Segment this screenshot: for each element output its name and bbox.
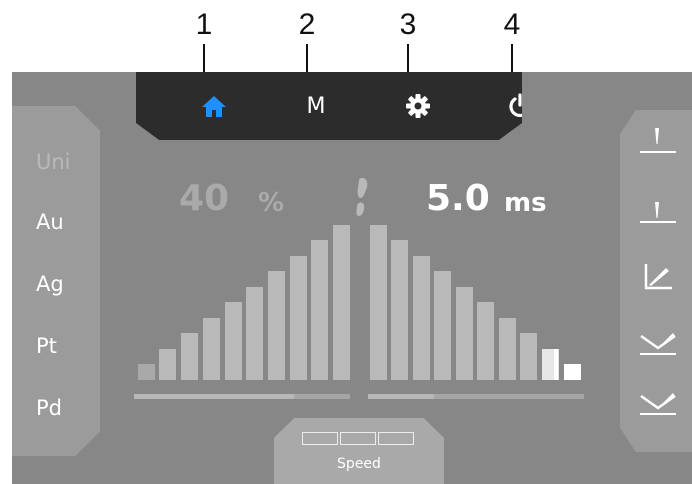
power-bar xyxy=(138,364,155,380)
callout-2: 2 xyxy=(298,8,316,41)
memory-button[interactable]: M xyxy=(296,86,336,126)
power-bar xyxy=(290,256,307,380)
pulse-bar xyxy=(520,333,537,380)
power-unit: % xyxy=(258,188,285,218)
home-icon xyxy=(202,96,226,117)
tip-mode-1-icon[interactable] xyxy=(638,122,678,158)
power-bar xyxy=(159,349,176,380)
speed-segment[interactable] xyxy=(340,432,376,445)
home-button[interactable] xyxy=(194,86,234,126)
gear-icon xyxy=(406,94,430,118)
material-au[interactable]: Au xyxy=(36,210,64,234)
pulse-bar xyxy=(391,240,408,380)
speed-label: Speed xyxy=(337,456,381,472)
top-nav-bar: M xyxy=(136,72,522,140)
device-screen: M Uni Au Ag Pt Pd 40 % 5.0 ms Speed xyxy=(12,72,692,484)
material-uni[interactable]: Uni xyxy=(36,150,71,174)
power-bar xyxy=(311,240,328,380)
v-mode-1-icon[interactable] xyxy=(638,322,678,358)
speed-panel[interactable]: Speed xyxy=(274,418,444,484)
callout-4: 4 xyxy=(503,8,521,41)
foot-pedal-icon xyxy=(356,177,368,216)
power-button[interactable] xyxy=(500,86,522,126)
tip-mode-2-icon[interactable] xyxy=(638,192,678,228)
pulse-time-unit: ms xyxy=(504,188,547,218)
material-pt[interactable]: Pt xyxy=(36,334,57,358)
pulse-bar xyxy=(499,318,516,380)
power-bar xyxy=(225,302,242,380)
power-bar xyxy=(181,333,198,380)
material-panel: Uni Au Ag Pt Pd xyxy=(12,106,100,456)
memory-label: M xyxy=(306,93,326,119)
power-bar xyxy=(268,271,285,380)
power-bar xyxy=(203,318,220,380)
power-slider-fill xyxy=(134,394,294,399)
speed-segment[interactable] xyxy=(378,432,414,445)
pulse-bar-selected xyxy=(564,364,581,380)
angle-mode-icon[interactable] xyxy=(638,258,678,294)
settings-button[interactable] xyxy=(398,86,438,126)
power-bar xyxy=(333,225,350,380)
callout-1: 1 xyxy=(195,8,213,41)
pulse-bar xyxy=(413,256,430,380)
power-value[interactable]: 40 xyxy=(179,178,229,219)
pulse-bar-active xyxy=(554,349,558,380)
power-bar xyxy=(246,287,263,380)
material-ag[interactable]: Ag xyxy=(36,272,64,296)
v-mode-2-icon[interactable] xyxy=(638,382,678,418)
power-icon xyxy=(509,93,522,118)
pulse-bar xyxy=(370,225,387,380)
pulse-slider-fill xyxy=(368,394,434,399)
speed-segment[interactable] xyxy=(302,432,338,445)
callout-3: 3 xyxy=(399,8,417,41)
pulse-bar xyxy=(456,287,473,380)
material-pd[interactable]: Pd xyxy=(36,396,62,420)
pulse-bar xyxy=(477,302,494,380)
mode-panel xyxy=(620,110,692,452)
pulse-bar xyxy=(434,271,451,380)
pulse-time-value[interactable]: 5.0 xyxy=(426,178,490,219)
